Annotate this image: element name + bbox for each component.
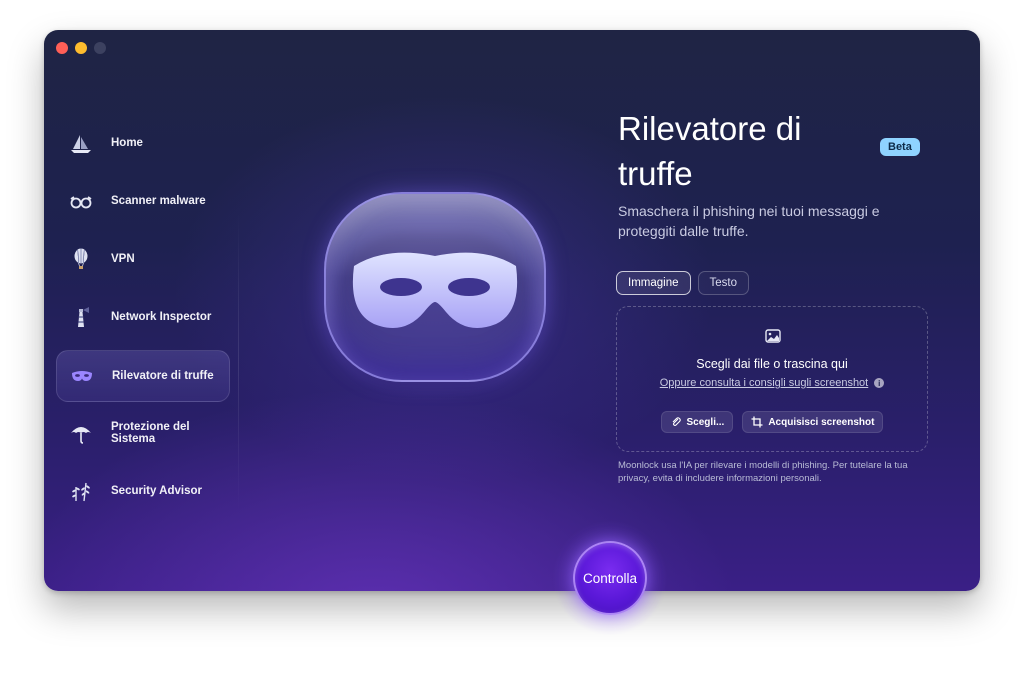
zoom-window-button[interactable] (94, 42, 106, 54)
choose-file-button[interactable]: Scegli... (660, 411, 734, 433)
tab-immagine[interactable]: Immagine (616, 271, 691, 295)
leaves-icon (69, 479, 93, 503)
sidebar-item-label: Network Inspector (111, 311, 212, 323)
minimize-window-button[interactable] (75, 42, 87, 54)
mask-icon (352, 252, 518, 328)
hero-illustration (294, 172, 572, 412)
controlla-button[interactable]: Controlla (573, 541, 647, 615)
glasses-icon (69, 189, 93, 213)
app-window: Home Scanner malware VPN Network Inspect… (44, 30, 980, 591)
sidebar-item-protezione-del-sistema[interactable]: Protezione del Sistema (56, 408, 228, 458)
lighthouse-icon (69, 305, 93, 329)
main-panel: Rilevatore di truffe Beta Smaschera il p… (616, 30, 958, 591)
sidebar-item-label: Protezione del Sistema (111, 421, 190, 445)
sidebar-item-home[interactable]: Home (56, 118, 228, 168)
take-screenshot-label: Acquisisci screenshot (768, 416, 875, 428)
sidebar-divider (238, 212, 239, 512)
beta-badge: Beta (880, 138, 920, 156)
page-subtitle: Smaschera il phishing nei tuoi messaggi … (618, 203, 880, 239)
input-type-tabs: Immagine Testo (616, 271, 749, 295)
dropzone-title: Scegli dai file o trascina qui (696, 357, 848, 371)
umbrella-icon (69, 421, 93, 445)
crop-icon (751, 416, 763, 428)
sailboat-icon (69, 131, 93, 155)
image-icon (765, 329, 781, 343)
choose-file-label: Scegli... (686, 416, 725, 428)
page-title: Rilevatore di truffe (618, 110, 802, 192)
screenshot-tips-link[interactable]: Oppure consulta i consigli sugli screens… (660, 377, 869, 389)
take-screenshot-button[interactable]: Acquisisci screenshot (742, 411, 884, 433)
mask-icon (70, 364, 94, 388)
sidebar-item-scanner-malware[interactable]: Scanner malware (56, 176, 228, 226)
sidebar-item-vpn[interactable]: VPN (56, 234, 228, 284)
sidebar-item-label: Security Advisor (111, 485, 202, 497)
sidebar-item-rilevatore-di-truffe[interactable]: Rilevatore di truffe (56, 350, 230, 402)
sidebar-item-label: VPN (111, 253, 135, 265)
sidebar-item-label: Rilevatore di truffe (112, 370, 214, 382)
balloon-icon (69, 247, 93, 271)
hero-tile (324, 192, 546, 382)
sidebar-item-network-inspector[interactable]: Network Inspector (56, 292, 228, 342)
sidebar-item-label: Home (111, 137, 143, 149)
traffic-lights (56, 42, 106, 54)
sidebar-item-security-advisor[interactable]: Security Advisor (56, 466, 228, 516)
info-icon[interactable]: i (874, 378, 885, 388)
sidebar-item-label: Scanner malware (111, 195, 206, 207)
close-window-button[interactable] (56, 42, 68, 54)
privacy-disclaimer: Moonlock usa l'IA per rilevare i modelli… (618, 460, 908, 484)
file-dropzone[interactable]: Scegli dai file o trascina qui Oppure co… (616, 306, 928, 452)
paperclip-icon (672, 417, 681, 427)
tab-testo[interactable]: Testo (697, 271, 749, 295)
